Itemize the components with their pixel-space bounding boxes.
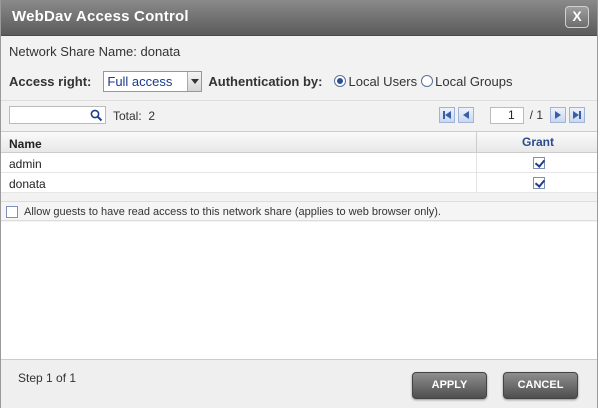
chevron-down-icon[interactable] [187,71,202,91]
page-number-input[interactable]: 1 [489,106,524,124]
page-of-label: / 1 [529,108,543,122]
empty-area [1,222,597,359]
total-value: 2 [148,109,156,123]
dialog-title: WebDav Access Control [12,8,189,25]
guest-access-checkbox[interactable] [6,206,18,218]
prev-page-button[interactable] [457,107,474,123]
search-input[interactable] [9,106,106,124]
dialog-footer: Step 1 of 1 APPLY CANCEL [1,359,597,408]
webdav-dialog: WebDav Access Control X Network Share Na… [0,0,598,408]
local-users-radio[interactable] [334,75,347,87]
title-bar: WebDav Access Control X [1,0,597,36]
local-users-label[interactable]: Local Users [348,74,417,89]
cancel-button[interactable]: CANCEL [503,372,578,399]
column-grant[interactable]: Grant [476,132,598,153]
access-right-label: Access right: [9,73,92,89]
next-page-button[interactable] [550,107,566,123]
local-groups-label[interactable]: Local Groups [435,74,512,89]
row-name: donata [9,177,46,191]
column-name[interactable]: Name [9,137,42,151]
row-name: admin [9,157,42,171]
prev-page-icon [462,111,469,119]
grant-cell [476,153,598,172]
access-row: Access right: Full access Authentication… [9,70,516,92]
step-indicator: Step 1 of 1 [18,371,77,385]
first-page-button[interactable] [438,107,455,123]
pager: 1 / 1 [436,106,585,124]
table-row: admin [1,153,597,173]
authentication-label: Authentication by: [208,73,323,89]
table-row: donata [1,173,597,193]
search-icon[interactable] [89,108,103,122]
total-label: Total: [113,109,142,123]
grant-cell [476,173,598,192]
grid-header: Name Grant [1,131,597,153]
close-button[interactable]: X [565,6,589,28]
guest-access-row: Allow guests to have read access to this… [1,201,597,221]
close-icon: X [572,8,582,24]
local-groups-radio[interactable] [421,75,434,87]
apply-button[interactable]: APPLY [412,372,487,399]
next-page-icon [555,111,561,119]
access-grid: Name Grant admin donata [1,131,597,193]
network-share-name: Network Share Name: donata [9,44,181,59]
grant-checkbox[interactable] [533,157,545,169]
grant-checkbox[interactable] [533,177,545,189]
last-page-button[interactable] [569,107,585,123]
total-count: Total: 2 [113,109,155,123]
grid-toolbar: Total: 2 1 / 1 [1,100,597,130]
access-right-value: Full access [107,73,173,89]
access-right-select[interactable]: Full access [103,70,203,92]
guest-access-label[interactable]: Allow guests to have read access to this… [24,206,441,218]
last-page-icon [573,111,581,119]
first-page-icon [442,111,451,119]
